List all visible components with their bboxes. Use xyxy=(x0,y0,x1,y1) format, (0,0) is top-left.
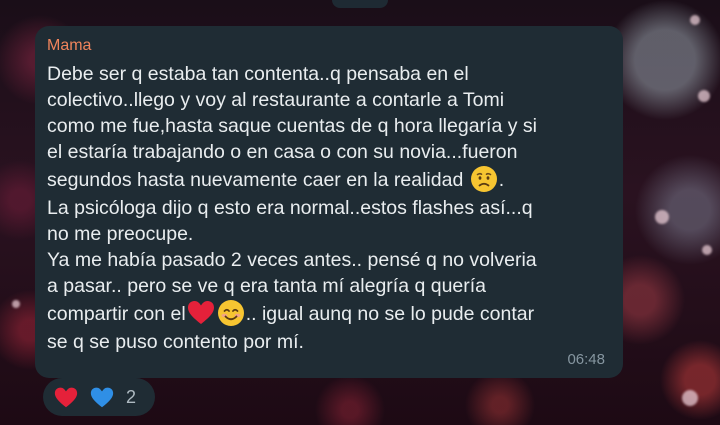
reactions-pill[interactable]: 2 xyxy=(43,378,155,416)
message-line: se q se puso contento por mí. xyxy=(47,331,304,353)
red-heart-emoji-icon xyxy=(186,298,216,328)
message-line: Ya me había pasado 2 veces antes.. pensé… xyxy=(47,249,537,271)
blue-heart-icon xyxy=(90,387,114,408)
message-line: segundos hasta nuevamente caer en la rea… xyxy=(47,163,607,197)
background-light xyxy=(690,15,700,25)
sender-name[interactable]: Mama xyxy=(47,36,607,56)
message-line: el estaría trabajando o en casa o con su… xyxy=(47,141,518,163)
message-line: compartir con el .. igual aunq no se lo p… xyxy=(47,297,607,331)
worried-face-emoji-icon xyxy=(469,164,499,194)
message-line: como me fue,hasta saque cuentas de q hor… xyxy=(47,115,537,137)
message-line: a pasar.. pero se ve q era tanta mí aleg… xyxy=(47,275,487,297)
message-line: no me preocupe. xyxy=(47,223,194,245)
message-line-text: .. igual aunq no se lo pude contar xyxy=(245,303,535,325)
smiling-face-emoji-icon xyxy=(216,298,246,328)
background-light xyxy=(702,245,712,255)
previous-message-edge xyxy=(332,0,388,8)
background-light xyxy=(655,210,669,224)
background-light xyxy=(12,300,20,308)
background-light xyxy=(682,390,698,406)
message-text: Debe ser q estaba tan contenta..q pensab… xyxy=(47,61,607,355)
red-heart-icon xyxy=(54,387,78,408)
message-line: colectivo..llego y voy al restaurante a … xyxy=(47,89,505,111)
background-light xyxy=(698,90,710,102)
chat-background: Mama Debe ser q estaba tan contenta..q p… xyxy=(0,0,720,425)
message-line: La psicóloga dijo q esto era normal..est… xyxy=(47,197,533,219)
message-line: Debe ser q estaba tan contenta..q pensab… xyxy=(47,63,469,85)
message-bubble[interactable]: Mama Debe ser q estaba tan contenta..q p… xyxy=(35,26,623,378)
message-line-text: segundos hasta nuevamente caer en la rea… xyxy=(47,169,464,191)
reaction-count: 2 xyxy=(126,386,137,407)
message-line-text: compartir con el xyxy=(47,303,186,325)
message-timestamp: 06:48 xyxy=(567,351,605,368)
